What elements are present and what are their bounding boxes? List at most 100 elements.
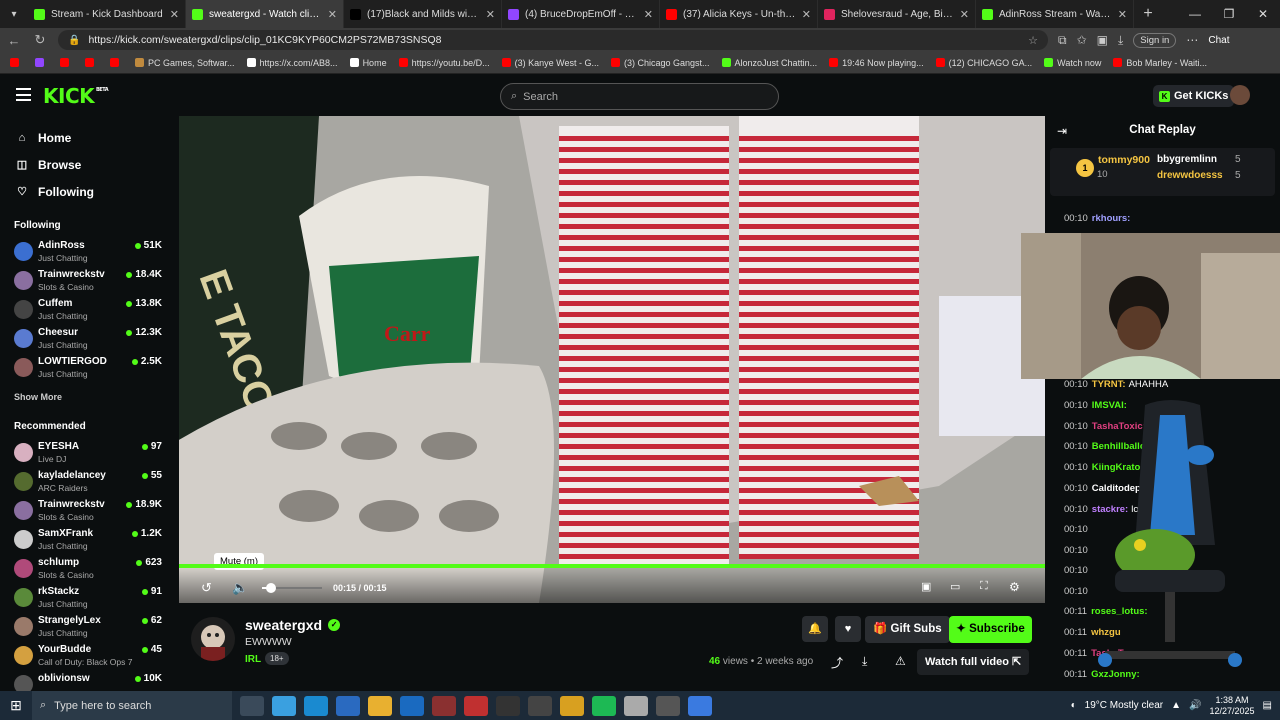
app-icon[interactable] <box>688 695 712 716</box>
browser-tab[interactable]: sweatergxd - Watch clips on Kick ✕ <box>186 0 344 28</box>
minimize-icon[interactable]: — <box>1178 7 1212 21</box>
bookmark-item[interactable]: Watch now <box>1040 58 1105 68</box>
bookmark-item[interactable]: AlonzoJust Chattin... <box>718 58 822 68</box>
tab-close-icon[interactable]: ✕ <box>644 8 653 21</box>
browser-tab[interactable]: Stream - Kick Dashboard ✕ <box>28 0 186 28</box>
restore-icon[interactable]: ❐ <box>1212 7 1246 21</box>
bookmark-item[interactable] <box>56 58 77 67</box>
hamburger-menu-icon[interactable] <box>16 88 31 101</box>
channel-item[interactable]: AdinRoss Just Chatting 51K <box>0 237 170 266</box>
fullscreen-icon[interactable]: ⛶ <box>980 580 988 593</box>
get-kicks-button[interactable]: K Get KICKs <box>1153 85 1235 107</box>
channel-item[interactable]: Trainwreckstv Slots & Casino 18.9K <box>0 496 170 525</box>
bookmark-item[interactable] <box>106 58 127 67</box>
bookmark-item[interactable]: https://youtu.be/D... <box>395 58 494 68</box>
bookmark-item[interactable]: (3) Chicago Gangst... <box>607 58 714 68</box>
category-link[interactable]: IRL <box>245 654 261 665</box>
channel-avatar[interactable] <box>191 617 235 661</box>
tab-close-icon[interactable]: ✕ <box>802 8 811 21</box>
video-player[interactable]: E TACOS Carr Mute (m) ↺ 🔈 00:15 / 00:15 … <box>179 116 1045 603</box>
channel-item[interactable]: Cuffem Just Chatting 13.8K <box>0 295 170 324</box>
share-icon[interactable]: ⤴ <box>831 654 843 671</box>
close-window-icon[interactable]: ✕ <box>1246 7 1280 21</box>
tab-close-icon[interactable]: ✕ <box>486 8 495 21</box>
bookmark-item[interactable] <box>81 58 102 67</box>
kick-logo[interactable]: KICK BETA <box>43 84 109 108</box>
bookmark-item[interactable]: Home <box>346 58 391 68</box>
notifications-icon[interactable]: ▤ <box>1263 700 1272 711</box>
bookmark-item[interactable]: (3) Kanye West - G... <box>498 58 603 68</box>
app-icon[interactable] <box>560 695 584 716</box>
theater-mode-icon[interactable]: ▭ <box>950 580 960 593</box>
app-icon[interactable] <box>496 695 520 716</box>
tab-close-icon[interactable]: ✕ <box>960 8 969 21</box>
app-icon[interactable] <box>432 695 456 716</box>
sidebar-link-browse[interactable]: ◫ Browse <box>0 151 170 178</box>
browser-tab[interactable]: (37) Alicia Keys - Un-thinkable (I'm ✕ <box>660 0 818 28</box>
chat-username[interactable]: TYRNT: <box>1092 379 1126 390</box>
taskbar-search-input[interactable]: ⌕ Type here to search <box>32 691 232 720</box>
browser-tab[interactable]: Shelovesraud - Age, Bio, Family | F ✕ <box>818 0 976 28</box>
watch-full-video-button[interactable]: Watch full video ⇱ <box>917 649 1030 675</box>
channel-item[interactable]: StrangelyLex Just Chatting 62 <box>0 612 170 641</box>
volume-tray-icon[interactable]: 🔊 <box>1189 700 1201 711</box>
app-icon[interactable] <box>624 695 648 716</box>
tab-close-icon[interactable]: ✕ <box>328 8 337 21</box>
sign-in-button[interactable]: Sign in <box>1133 32 1177 48</box>
copilot-app-icon[interactable] <box>272 695 296 716</box>
app-icon[interactable] <box>528 695 552 716</box>
collections-icon[interactable]: ▣ <box>1097 33 1108 47</box>
favorites-icon[interactable]: ✩ <box>1077 33 1087 47</box>
new-tab-button[interactable]: + <box>1134 5 1162 23</box>
bookmark-item[interactable]: 19:46 Now playing... <box>825 58 928 68</box>
spotify-app-icon[interactable] <box>592 695 616 716</box>
gifter-item[interactable]: drewwdoesss 5 <box>1157 170 1241 181</box>
subscribe-button[interactable]: ✦ Subscribe <box>949 616 1032 643</box>
channel-item[interactable]: YourBudde Call of Duty: Black Ops 7 45 <box>0 641 170 670</box>
bookmark-item[interactable]: Bob Marley - Waiti... <box>1109 58 1211 68</box>
weather-text[interactable]: 19°C Mostly clear <box>1085 700 1163 711</box>
mail-app-icon[interactable] <box>400 695 424 716</box>
bookmark-item[interactable]: https://x.com/AB8... <box>243 58 342 68</box>
channel-item[interactable]: EYESHA Live DJ 97 <box>0 438 170 467</box>
bookmark-item[interactable] <box>6 58 27 67</box>
app-icon[interactable] <box>464 695 488 716</box>
bookmark-item[interactable]: PC Games, Softwar... <box>131 58 239 68</box>
app-icon[interactable] <box>656 695 680 716</box>
miniplayer-icon[interactable]: ▣ <box>921 580 931 593</box>
channel-item[interactable]: Trainwreckstv Slots & Casino 18.4K <box>0 266 170 295</box>
bookmark-item[interactable]: (12) CHICAGO GA... <box>932 58 1037 68</box>
search-input[interactable]: ⌕ Search <box>500 83 779 110</box>
top-gifter-name[interactable]: tommy900 <box>1098 154 1150 166</box>
channel-item[interactable]: rkStackz Just Chatting 91 <box>0 583 170 612</box>
show-more-button[interactable]: Show More <box>0 382 170 406</box>
channel-item[interactable]: SamXFrank Just Chatting 1.2K <box>0 525 170 554</box>
channel-item[interactable]: kayladelancey ARC Raiders 55 <box>0 467 170 496</box>
task-view-icon[interactable] <box>240 695 264 716</box>
channel-item[interactable]: LOWTIERGOD Just Chatting 2.5K <box>0 353 170 382</box>
extensions-icon[interactable]: ⧉ <box>1058 33 1067 48</box>
tab-actions-icon[interactable]: ▾ <box>0 0 28 28</box>
refresh-icon[interactable]: ↻ <box>32 32 48 48</box>
file-explorer-icon[interactable] <box>368 695 392 716</box>
sidebar-link-following[interactable]: ♡ Following <box>0 178 170 205</box>
back-icon[interactable]: ← <box>6 33 22 48</box>
volume-slider[interactable] <box>262 583 322 593</box>
url-field[interactable]: 🔒 https://kick.com/sweatergxd/clips/clip… <box>58 30 1048 50</box>
chat-username[interactable]: rkhours: <box>1092 213 1131 224</box>
user-avatar[interactable] <box>1230 85 1250 105</box>
channel-item[interactable]: Cheesur Just Chatting 12.3K <box>0 324 170 353</box>
volume-icon[interactable]: 🔈 <box>232 580 248 596</box>
browser-tab[interactable]: (4) BruceDropEmOff - Twitch ✕ <box>502 0 660 28</box>
browser-tab[interactable]: AdinRoss Stream - Watch Live on ✕ <box>976 0 1134 28</box>
more-options-icon[interactable]: ⋯ <box>1186 33 1198 47</box>
windows-start-icon[interactable]: ⊞ <box>0 697 32 714</box>
channel-name[interactable]: sweatergxd ✓ <box>245 617 341 633</box>
tab-close-icon[interactable]: ✕ <box>1118 8 1127 21</box>
downloads-icon[interactable]: ⤓ <box>1118 33 1123 48</box>
gifter-item[interactable]: bbygremlinn 5 <box>1157 154 1241 165</box>
edge-app-icon[interactable] <box>304 695 328 716</box>
tab-close-icon[interactable]: ✕ <box>170 8 179 21</box>
replay-icon[interactable]: ↺ <box>201 580 212 596</box>
copilot-chat-button[interactable]: Chat <box>1208 35 1229 46</box>
